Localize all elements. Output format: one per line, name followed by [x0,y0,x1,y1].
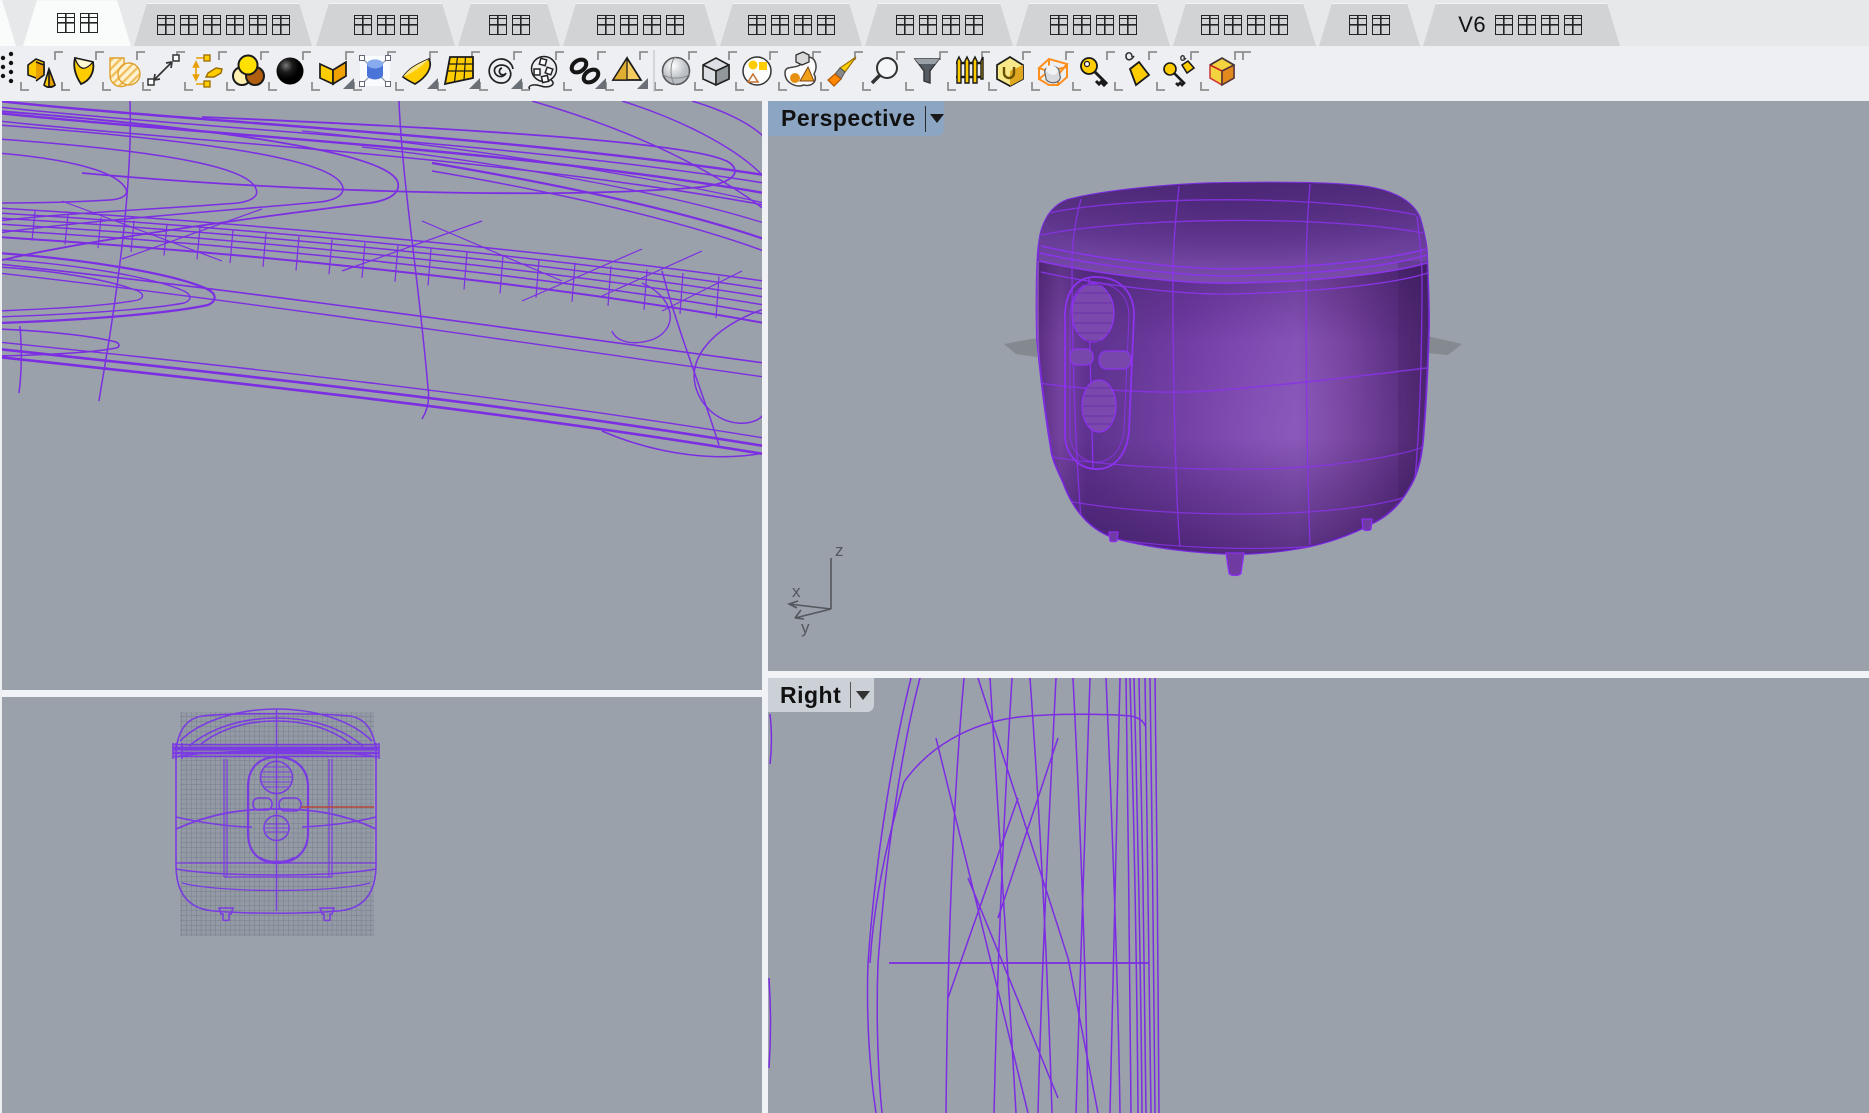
svg-text:y: y [801,618,810,637]
svg-text:z: z [835,541,844,560]
svg-text:x: x [792,582,801,601]
